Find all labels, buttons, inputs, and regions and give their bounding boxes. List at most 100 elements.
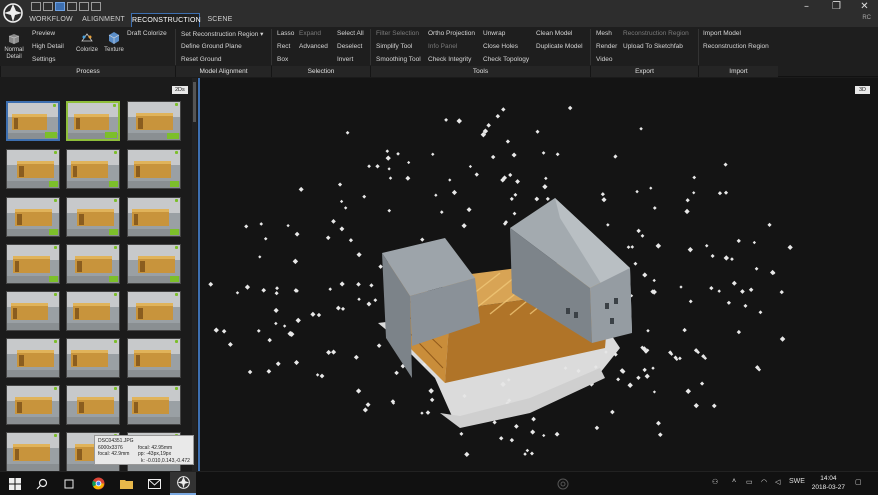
unwrap-button[interactable]: Unwrap xyxy=(483,30,505,37)
image-thumbnail[interactable] xyxy=(66,338,120,378)
image-thumbnail[interactable] xyxy=(66,291,120,331)
separator xyxy=(698,29,699,65)
import-reconstruction-region-button[interactable]: Reconstruction Region xyxy=(703,43,769,50)
image-thumbnail[interactable] xyxy=(127,385,181,425)
define-ground-plane-button[interactable]: Define Ground Plane xyxy=(181,43,242,50)
wifi-icon[interactable]: ◠ xyxy=(761,478,767,486)
close-button[interactable]: ✕ xyxy=(850,0,878,13)
thumbnail-scrollbar[interactable] xyxy=(192,78,197,471)
system-clock[interactable]: 14:04 2018-03-27 xyxy=(812,474,845,492)
language-indicator[interactable]: SWE xyxy=(789,478,805,485)
panel-2d-label[interactable]: 2Ds xyxy=(172,86,188,94)
thumbnail-tag xyxy=(105,132,117,138)
app-logo-icon[interactable] xyxy=(0,0,26,26)
scrollbar-thumb[interactable] xyxy=(193,82,196,122)
thumbnail-tag xyxy=(109,181,118,187)
duplicate-model-button[interactable]: Duplicate Model xyxy=(536,43,583,50)
ortho-projection-button[interactable]: Ortho Projection xyxy=(428,30,475,37)
image-thumbnail[interactable] xyxy=(127,244,181,284)
normal-detail-button[interactable]: Normal Detail xyxy=(2,33,26,61)
box-button[interactable]: Box xyxy=(277,56,288,63)
minimize-button[interactable]: – xyxy=(792,0,821,13)
set-reconstruction-region-button[interactable]: Set Reconstruction Region ▾ xyxy=(181,30,263,38)
mesh-button[interactable]: Mesh xyxy=(596,30,612,37)
quick-access-layout-3-icon[interactable] xyxy=(79,2,89,11)
quick-access-layout-2-icon[interactable] xyxy=(67,2,77,11)
image-thumbnail[interactable] xyxy=(6,149,60,189)
image-thumbnail[interactable] xyxy=(127,197,181,237)
notification-icon[interactable]: ▢ xyxy=(855,478,862,486)
file-explorer-icon[interactable] xyxy=(113,472,139,495)
quick-access-new-icon[interactable] xyxy=(31,2,41,11)
viewport-3d-label[interactable]: 3D xyxy=(854,86,870,94)
images-2d-panel[interactable] xyxy=(0,78,198,472)
upload-sketchfab-button[interactable]: Upload To Sketchfab xyxy=(623,43,683,50)
rect-button[interactable]: Rect xyxy=(277,43,290,50)
export-reconstruction-region-button[interactable]: Reconstruction Region xyxy=(623,30,689,37)
image-thumbnail[interactable] xyxy=(6,291,60,331)
image-thumbnail[interactable] xyxy=(127,291,181,331)
image-thumbnail[interactable] xyxy=(66,149,120,189)
tab-workflow[interactable]: WORKFLOW xyxy=(27,13,75,27)
clean-model-button[interactable]: Clean Model xyxy=(536,30,573,37)
mail-icon[interactable] xyxy=(141,472,167,495)
image-thumbnail[interactable] xyxy=(6,432,60,472)
colorize-button[interactable]: Colorize xyxy=(74,31,100,53)
image-thumbnail[interactable] xyxy=(6,244,60,284)
advanced-button[interactable]: Advanced xyxy=(299,43,328,50)
tab-scene[interactable]: SCENE xyxy=(204,13,236,27)
filter-selection-button[interactable]: Filter Selection xyxy=(376,30,419,37)
video-button[interactable]: Video xyxy=(596,56,613,63)
user-badge[interactable]: RC xyxy=(862,15,871,21)
clock-time: 14:04 xyxy=(820,475,837,482)
reality-capture-icon[interactable] xyxy=(170,472,196,495)
windows-start-icon[interactable] xyxy=(2,472,28,495)
image-thumbnail[interactable] xyxy=(127,101,181,141)
image-thumbnail[interactable] xyxy=(6,338,60,378)
cortana-icon[interactable] xyxy=(550,472,576,495)
check-integrity-button[interactable]: Check Integrity xyxy=(428,56,471,63)
import-model-button[interactable]: Import Model xyxy=(703,30,741,37)
tab-reconstruction[interactable]: RECONSTRUCTION xyxy=(131,13,201,27)
high-detail-button[interactable]: High Detail xyxy=(32,43,64,50)
quick-access-layout-1-icon[interactable] xyxy=(55,2,65,11)
image-thumbnail[interactable] xyxy=(6,101,60,141)
chrome-icon[interactable] xyxy=(85,472,111,495)
image-thumbnail[interactable] xyxy=(6,385,60,425)
expand-button[interactable]: Expand xyxy=(299,30,321,37)
volume-icon[interactable]: ◁ xyxy=(775,478,780,486)
quick-access-layout-4-icon[interactable] xyxy=(91,2,101,11)
simplify-tool-button[interactable]: Simplify Tool xyxy=(376,43,412,50)
viewport-3d[interactable]: 3D xyxy=(198,78,878,471)
check-topology-button[interactable]: Check Topology xyxy=(483,56,529,63)
smoothing-tool-button[interactable]: Smoothing Tool xyxy=(376,56,421,63)
tray-chevron-icon[interactable]: ˄ xyxy=(732,478,736,485)
search-icon[interactable] xyxy=(29,472,55,495)
image-thumbnail[interactable] xyxy=(6,197,60,237)
tab-alignment[interactable]: ALIGNMENT xyxy=(79,13,128,27)
image-thumbnail[interactable] xyxy=(66,197,120,237)
image-thumbnail[interactable] xyxy=(66,385,120,425)
lasso-button[interactable]: Lasso xyxy=(277,30,294,37)
battery-icon[interactable]: ▭ xyxy=(746,478,753,486)
select-all-button[interactable]: Select All xyxy=(337,30,364,37)
render-button[interactable]: Render xyxy=(596,43,617,50)
invert-button[interactable]: Invert xyxy=(337,56,353,63)
reset-ground-button[interactable]: Reset Ground xyxy=(181,56,221,63)
image-thumbnail[interactable] xyxy=(66,101,120,141)
image-thumbnail[interactable] xyxy=(127,338,181,378)
thumbnail-tag xyxy=(109,229,118,235)
close-holes-button[interactable]: Close Holes xyxy=(483,43,518,50)
people-icon[interactable]: ⚇ xyxy=(712,478,718,486)
quick-access-open-icon[interactable] xyxy=(43,2,53,11)
texture-button[interactable]: Texture xyxy=(101,31,127,53)
image-thumbnail[interactable] xyxy=(66,244,120,284)
info-panel-button[interactable]: Info Panel xyxy=(428,43,457,50)
maximize-button[interactable]: ❐ xyxy=(822,0,851,13)
task-view-icon[interactable] xyxy=(56,472,82,495)
preview-button[interactable]: Preview xyxy=(32,30,55,37)
settings-button[interactable]: Settings xyxy=(32,56,56,63)
image-thumbnail[interactable] xyxy=(127,149,181,189)
draft-colorize-button[interactable]: Draft Colorize xyxy=(127,30,167,37)
deselect-button[interactable]: Deselect xyxy=(337,43,362,50)
